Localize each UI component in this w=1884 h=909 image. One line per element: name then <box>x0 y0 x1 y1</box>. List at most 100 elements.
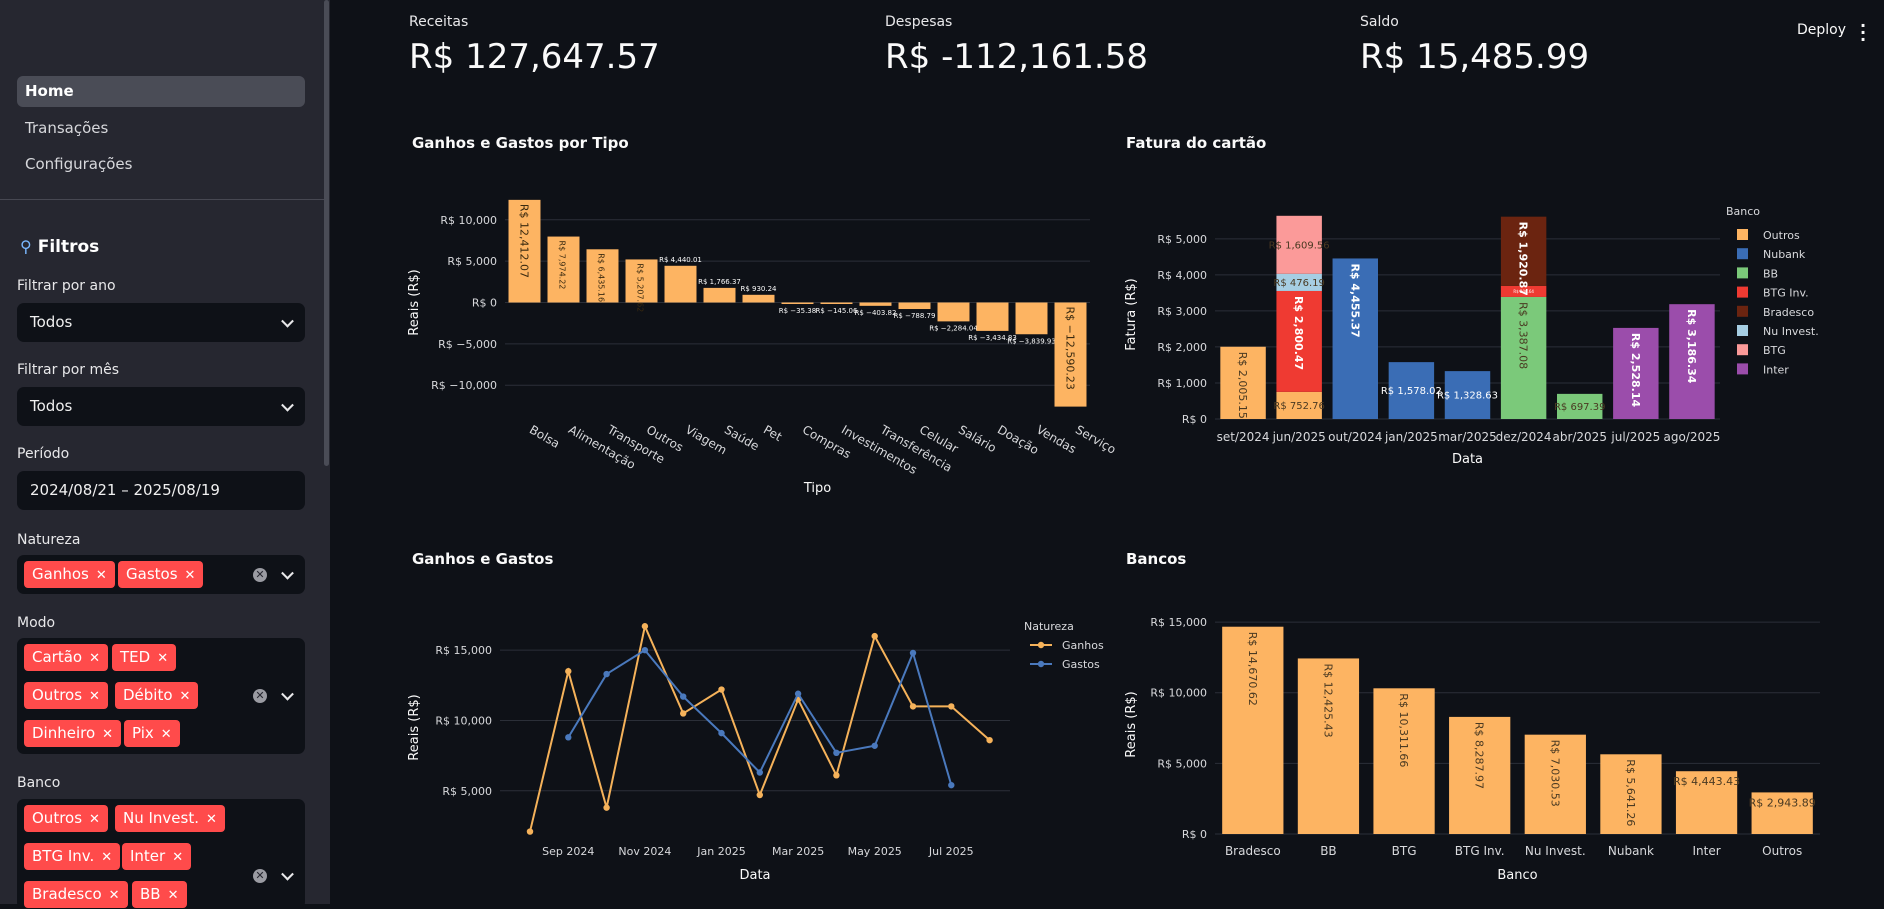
y-tick-label: R$ 3,000 <box>1157 305 1207 318</box>
data-point <box>641 623 649 630</box>
tag-debito[interactable]: Débito ✕ <box>115 682 199 709</box>
chevron-down-icon[interactable] <box>281 566 294 580</box>
remove-tag-icon[interactable]: ✕ <box>180 689 191 704</box>
remove-tag-icon[interactable]: ✕ <box>206 812 217 827</box>
data-label: R$ −12,590.23 <box>1064 307 1077 390</box>
data-point <box>641 646 649 654</box>
data-point <box>871 632 878 640</box>
remove-tag-icon[interactable]: ✕ <box>89 651 100 666</box>
data-label: R$ −2,284.04 <box>929 324 978 332</box>
remove-tag-icon[interactable]: ✕ <box>96 568 107 583</box>
remove-tag-icon[interactable]: ✕ <box>172 850 183 865</box>
bar <box>859 302 892 306</box>
tag-gastos[interactable]: Gastos ✕ <box>118 561 204 588</box>
chart-ganhos-gastos-linha[interactable]: R$ 15,000 R$ 10,000 R$ 5,000 Reais (R$) Sep … <box>400 600 1120 890</box>
data-label: R$ 476.19 <box>1273 278 1324 289</box>
x-tick-label: Jul 2025 <box>928 845 974 858</box>
y-tick-label: R$ 10,000 <box>435 714 492 727</box>
x-tick-label: jun/2025 <box>1272 430 1326 444</box>
x-tick-label: jan/2025 <box>1384 430 1438 444</box>
remove-tag-icon[interactable]: ✕ <box>161 727 172 742</box>
y-tick-label: R$ 1,000 <box>1157 377 1207 390</box>
legend-label: BTG <box>1763 344 1786 357</box>
month-filter-label: Filtrar por mês <box>17 362 120 378</box>
banco-label: Banco <box>17 775 61 791</box>
filters-heading: ⚲ Filtros <box>20 237 99 257</box>
clear-all-icon[interactable]: ✕ <box>253 869 267 883</box>
tag-btg-inv[interactable]: BTG Inv. ✕ <box>24 843 121 870</box>
remove-tag-icon[interactable]: ✕ <box>185 568 196 583</box>
chart-title-bancos: Bancos <box>1126 550 1187 568</box>
x-tick-label: Bradesco <box>1225 844 1281 858</box>
nav-item-transacoes[interactable]: Transações <box>17 113 305 144</box>
legend-marker <box>1037 641 1045 649</box>
y-tick-label: R$ 0 <box>1182 413 1207 426</box>
chevron-down-icon[interactable] <box>281 867 294 881</box>
remove-tag-icon[interactable]: ✕ <box>89 689 100 704</box>
y-tick-label: R$ 5,000 <box>442 785 492 798</box>
data-point <box>833 772 840 779</box>
data-label: R$ 12,412.07 <box>518 204 531 278</box>
remove-tag-icon[interactable]: ✕ <box>168 888 179 903</box>
remove-tag-icon[interactable]: ✕ <box>109 888 120 903</box>
data-label: R$ 4,455.37 <box>1348 263 1361 337</box>
legend-label: BTG Inv. <box>1763 287 1809 300</box>
natureza-multiselect[interactable]: Ganhos ✕ Gastos ✕ ✕ <box>17 555 305 594</box>
banco-multiselect[interactable]: Outros ✕ Nu Invest. ✕ BTG Inv. ✕ Inter ✕ Bra… <box>17 799 305 909</box>
year-filter-value: Todos <box>30 313 73 331</box>
nav-item-configuracoes[interactable]: Configurações <box>17 149 305 180</box>
tag-outros[interactable]: Outros ✕ <box>24 805 108 832</box>
chevron-down-icon[interactable] <box>281 687 294 701</box>
sidebar-scrollbar[interactable] <box>324 0 329 466</box>
chart-title-tipo: Ganhos e Gastos por Tipo <box>412 134 629 152</box>
remove-tag-icon[interactable]: ✕ <box>101 850 112 865</box>
x-tick-label: mar/2025 <box>1438 430 1497 444</box>
tag-outros[interactable]: Outros ✕ <box>24 682 108 709</box>
legend-label: Inter <box>1763 363 1789 376</box>
data-point <box>680 710 687 717</box>
year-filter-select[interactable]: Todos <box>17 303 305 342</box>
month-filter-select[interactable]: Todos <box>17 387 305 426</box>
tag-pix[interactable]: Pix ✕ <box>124 720 180 747</box>
chevron-down-icon <box>281 314 294 328</box>
nav-item-home[interactable]: Home <box>17 76 305 107</box>
bar <box>1015 302 1048 335</box>
tag-ganhos[interactable]: Ganhos ✕ <box>24 561 115 588</box>
x-tick-label: ago/2025 <box>1663 430 1720 444</box>
data-label: R$ 5,207.62 <box>636 263 645 312</box>
x-tick-label: Serviço <box>1073 422 1118 456</box>
tag-dinheiro[interactable]: Dinheiro ✕ <box>24 720 122 747</box>
deploy-button[interactable]: Deploy <box>1797 22 1846 38</box>
y-tick-label: R$ 0 <box>1182 828 1207 841</box>
remove-tag-icon[interactable]: ✕ <box>89 812 100 827</box>
clear-all-icon[interactable]: ✕ <box>253 567 267 582</box>
chart-bancos[interactable]: R$ 15,000 R$ 10,000 R$ 5,000 R$ 0 Reais (R$)… <box>1120 600 1860 890</box>
tag-ted[interactable]: TED ✕ <box>112 644 177 671</box>
data-point <box>603 804 610 811</box>
period-date-input[interactable]: 2024/08/21 – 2025/08/19 <box>17 471 305 510</box>
x-tick-label: Nubank <box>1608 844 1654 858</box>
y-tick-label: R$ −5,000 <box>438 338 497 351</box>
y-tick-label: R$ 10,000 <box>1150 687 1207 700</box>
data-point <box>948 781 955 789</box>
clear-all-icon[interactable]: ✕ <box>253 689 267 703</box>
tag-nu-invest[interactable]: Nu Invest. ✕ <box>115 805 225 832</box>
x-tick-label: out/2024 <box>1328 430 1382 444</box>
data-point <box>833 749 840 757</box>
tag-cartao[interactable]: Cartão ✕ <box>24 644 108 671</box>
tag-inter[interactable]: Inter ✕ <box>122 843 192 870</box>
chart-fatura-cartao[interactable]: R$ 5,000 R$ 4,000 R$ 3,000 R$ 2,000 R$ 1,000… <box>1120 190 1860 480</box>
remove-tag-icon[interactable]: ✕ <box>102 727 113 742</box>
kebab-menu-icon[interactable]: · · · <box>1860 18 1866 48</box>
chart-ganhos-gastos-tipo[interactable]: R$ 10,000 R$ 5,000 R$ 0 R$ −5,000 R$ −10,000… <box>400 180 1120 510</box>
x-tick-label: dez/2024 <box>1496 430 1552 444</box>
modo-multiselect[interactable]: Cartão ✕ TED ✕ Outros ✕ Débito ✕ Dinheiro ✕ P… <box>17 638 305 754</box>
remove-tag-icon[interactable]: ✕ <box>157 651 168 666</box>
data-label: R$ −788.79 <box>894 312 936 320</box>
sidebar-divider <box>0 199 324 200</box>
legend-swatch <box>1737 344 1748 356</box>
y-tick-label: R$ 15,000 <box>1150 616 1207 629</box>
data-label: R$ 2,943.89 <box>1749 796 1816 809</box>
data-label: R$ 697.39 <box>1554 402 1605 413</box>
x-tick-label: Mar 2025 <box>772 845 824 858</box>
